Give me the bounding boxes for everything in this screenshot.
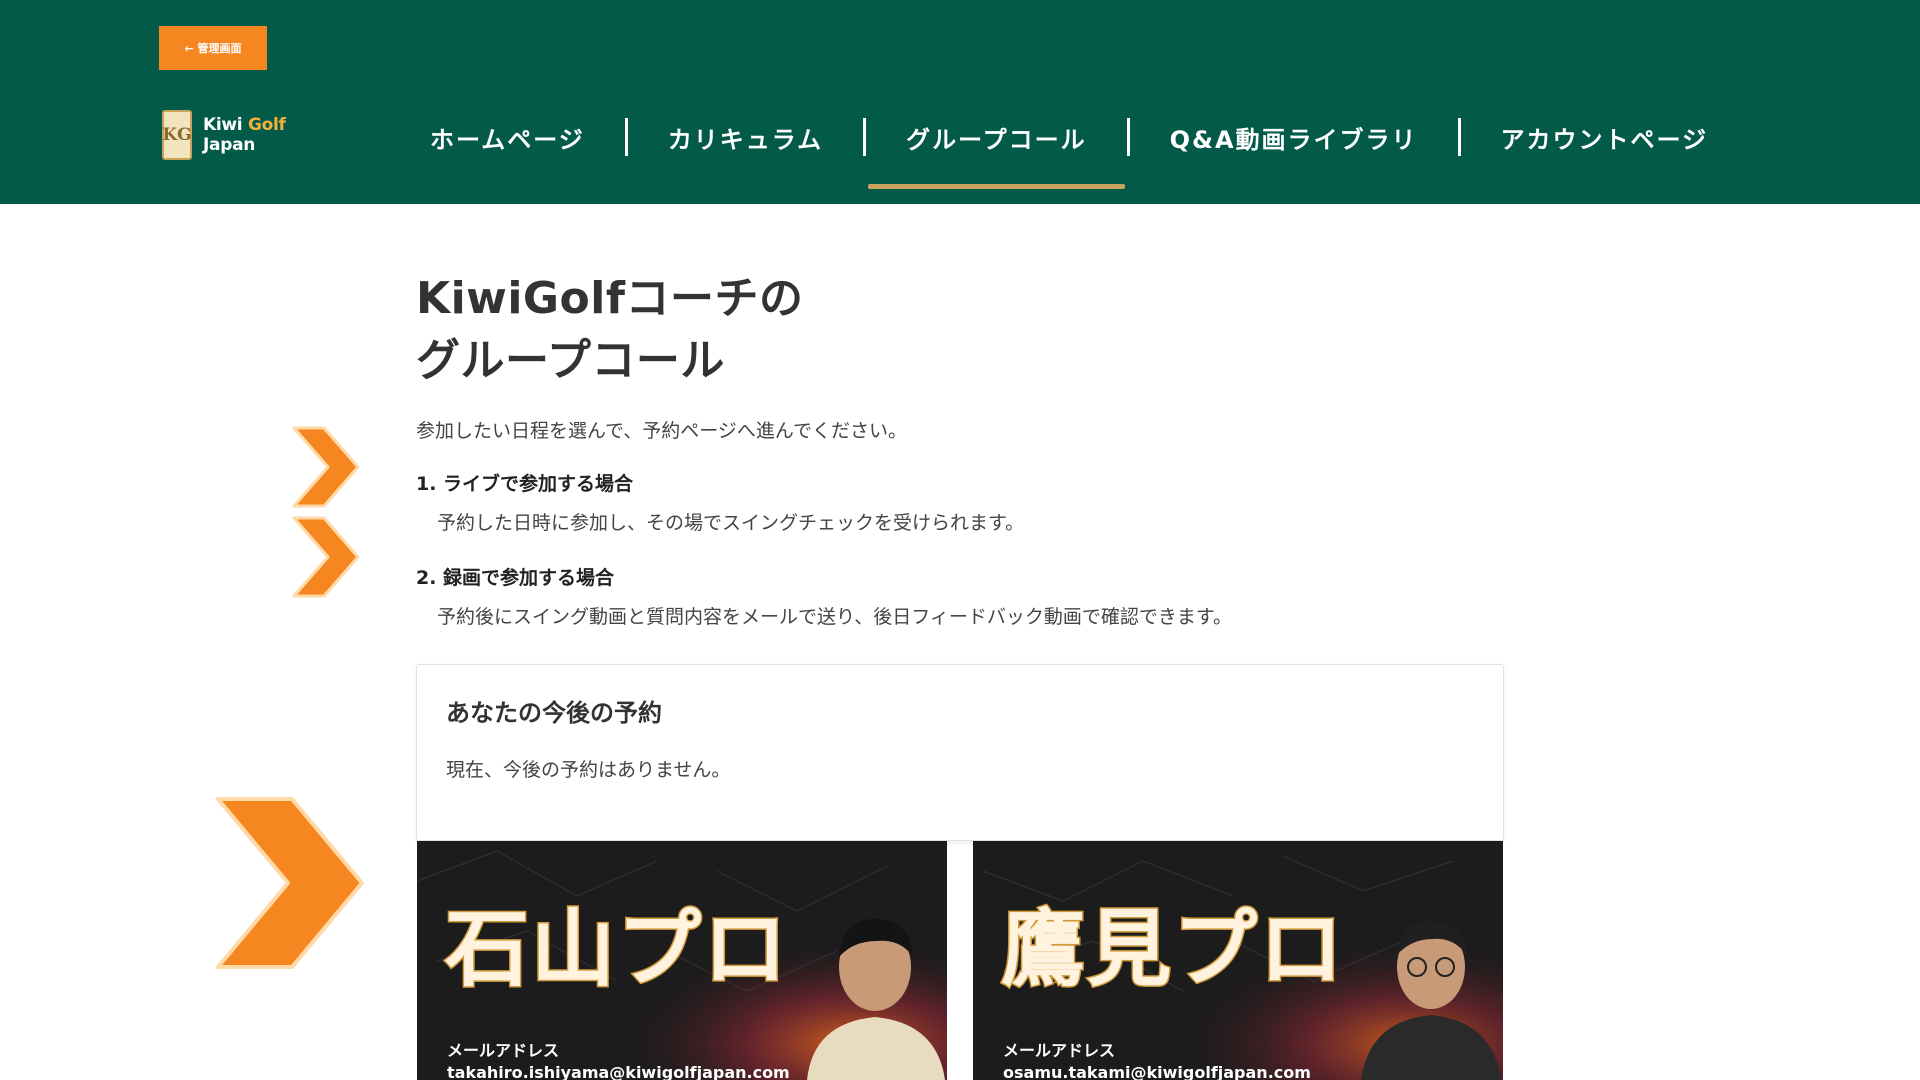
nav-item-account-page[interactable]: アカウントページ: [1461, 112, 1749, 162]
logo-word-kiwi: Kiwi: [203, 115, 248, 135]
nav-item-curriculum[interactable]: カリキュラム: [628, 112, 863, 162]
main-nav: ホームページ カリキュラム グループコール Q&A動画ライブラリ アカウントペー…: [390, 112, 1749, 189]
step-live: 1. ライブで参加する場合 予約した日時に参加し、その場でスイングチェックを受け…: [416, 469, 1504, 535]
step-title: 2. 録画で参加する場合: [416, 567, 615, 589]
logo-word-golf: Golf: [247, 115, 286, 135]
main-content: KiwiGolfコーチの グループコール 参加したい日程を選んで、予約ページへ進…: [416, 268, 1504, 841]
coach-card[interactable]: 石山プロ メールアドレス takahiro.ishiyama@kiwigolfj…: [417, 841, 947, 1080]
chevron-right-icon: [292, 426, 360, 508]
coach-email-label: メールアドレス: [447, 1041, 560, 1060]
no-bookings-message: 現在、今後の予約はありません。: [446, 759, 731, 781]
logo-mark-icon: KG: [162, 110, 192, 160]
coach-email: takahiro.ishiyama@kiwigolfjapan.com: [447, 1063, 790, 1080]
step-description: 予約した日時に参加し、その場でスイングチェックを受けられます。: [437, 512, 1025, 534]
coach-cards: 石山プロ メールアドレス takahiro.ishiyama@kiwigolfj…: [417, 841, 1504, 1080]
step-title: 1. ライブで参加する場合: [416, 473, 634, 495]
site-logo[interactable]: KG Kiwi Golf Japan: [162, 110, 286, 160]
coach-email-label: メールアドレス: [1003, 1041, 1116, 1060]
page-title-line2: グループコール: [416, 335, 725, 386]
nav-item-qa-video-library[interactable]: Q&A動画ライブラリ: [1130, 112, 1458, 162]
coach-photo-avatar: [1361, 920, 1501, 1080]
coach-name: 石山プロ: [443, 899, 790, 1000]
logo-text: Kiwi Golf Japan: [203, 115, 286, 155]
coach-name: 鷹見プロ: [999, 899, 1346, 1000]
step-description: 予約後にスイング動画と質問内容をメールで送り、後日フィードバック動画で確認できま…: [437, 606, 1232, 628]
upcoming-bookings-title: あなたの今後の予約: [446, 699, 662, 727]
coach-photo-avatar: [807, 918, 945, 1080]
admin-panel-button[interactable]: ← 管理画面: [159, 26, 267, 70]
nav-item-group-call[interactable]: グループコール: [866, 112, 1127, 189]
page-title: KiwiGolfコーチの グループコール: [416, 268, 1504, 392]
intro-text: 参加したい日程を選んで、予約ページへ進んでください。: [416, 420, 907, 442]
page-title-line1: KiwiGolfコーチの: [416, 273, 804, 324]
chevron-right-icon: [292, 516, 360, 598]
logo-word-japan: Japan: [203, 135, 256, 155]
nav-item-homepage[interactable]: ホームページ: [390, 112, 625, 162]
upcoming-bookings-panel: あなたの今後の予約 現在、今後の予約はありません。: [416, 664, 1504, 841]
chevron-right-icon: [216, 797, 364, 969]
coach-card[interactable]: 鷹見プロ メールアドレス osamu.takami@kiwigolfjapan.…: [973, 841, 1503, 1080]
coach-email: osamu.takami@kiwigolfjapan.com: [1003, 1063, 1311, 1080]
step-recorded: 2. 録画で参加する場合 予約後にスイング動画と質問内容をメールで送り、後日フィ…: [416, 563, 1504, 629]
site-header: ← 管理画面 KG Kiwi Golf Japan ホームページ カリキュラム …: [0, 0, 1920, 204]
